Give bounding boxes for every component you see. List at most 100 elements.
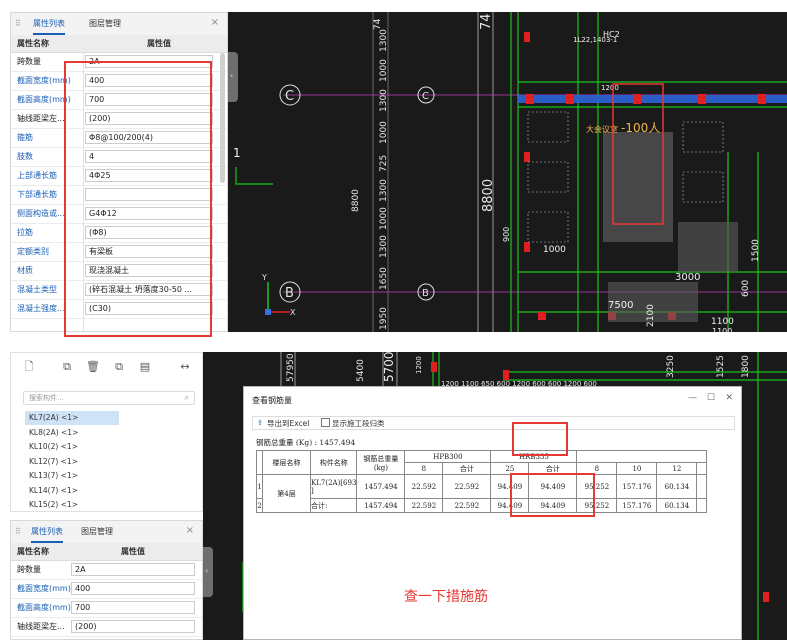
cell-component-line2: ] [311, 486, 314, 495]
dialog-title: 查看钢筋量 [252, 396, 292, 405]
property-value: 2A [75, 565, 86, 574]
subheader-hpb-8: 8 [404, 462, 444, 475]
header-component: 构件名称 [309, 450, 358, 475]
search-input[interactable]: 搜索构件... ⌕ [23, 391, 195, 405]
tab-layer-management[interactable]: 图层管理 [89, 17, 121, 31]
property-name: 轴线距梁左... [17, 622, 65, 631]
tab-property-list[interactable]: 属性列表 [33, 17, 65, 35]
tree-item[interactable]: KL7(2A) <1> [25, 411, 119, 425]
collapse-handle[interactable]: ‹ [203, 547, 213, 597]
highlight-box-hrb-values [510, 473, 595, 517]
close-icon[interactable]: × [211, 17, 219, 28]
cell-floor: 第4层 [262, 474, 311, 513]
axis-label: B [285, 286, 294, 301]
property-row[interactable]: 轴线距梁左... (200) [11, 618, 202, 637]
header-property-name: 属性名称 [17, 547, 49, 556]
minimize-icon[interactable]: — [688, 393, 697, 403]
axis-label: C [422, 91, 429, 102]
highlight-box-hrb335 [512, 422, 568, 456]
cad-label: 1000 [543, 245, 566, 255]
cell-hpb8: 22.592 [404, 474, 444, 499]
filter-icon[interactable]: ▤ [137, 359, 153, 375]
layer-copy-icon[interactable]: ⧉ [111, 359, 127, 375]
maximize-icon[interactable]: ☐ [707, 393, 715, 403]
drag-grip-icon[interactable]: ⠿ [15, 527, 21, 537]
tree-item[interactable]: KL14(7) <1> [29, 484, 78, 498]
export-excel-icon[interactable]: ⇪ [257, 418, 263, 427]
cell-c12: 60.134 [656, 474, 698, 499]
cad-label: 1525 [716, 355, 726, 378]
cell-index: 2 [256, 498, 263, 513]
cell-c10: 157.176 [616, 474, 658, 499]
tree-item[interactable]: KL12(7) <1> [29, 455, 78, 469]
header-total-unit: (kg) [373, 463, 388, 472]
svg-text:X: X [290, 308, 296, 317]
cad-label: 57950 [286, 353, 296, 382]
tab-layer-management[interactable]: 图层管理 [81, 525, 113, 539]
rebar-quantity-dialog: 查看钢筋量 — ☐ ✕ ⇪ 导出到Excel 显示施工段归类 钢筋总重量 (Kg… [243, 386, 742, 640]
dim-text: 8800 [351, 189, 361, 212]
search-placeholder: 搜索构件... [29, 394, 64, 402]
cad-viewport-top[interactable]: C C B B 1300 1000 1300 1000 725 1300 100… [228, 12, 787, 332]
tree-item[interactable]: KL13(7) <1> [29, 469, 78, 483]
header-total-label: 钢筋总重量 [363, 454, 399, 463]
dim-text: 1950 [379, 307, 389, 330]
tree-item[interactable]: KL8(2A) <1> [29, 426, 78, 440]
header-property-name: 属性名称 [17, 39, 49, 48]
dim-text: 1300 [379, 179, 389, 202]
property-table-header: 属性名称 属性值 [11, 543, 202, 561]
property-row[interactable]: 跨数量 2A [11, 561, 202, 580]
tree-item[interactable]: KL15(2) <1> [29, 498, 78, 511]
cell-total: 1457.494 [356, 474, 406, 499]
cad-label: 1100 [712, 327, 732, 332]
show-segment-checkbox[interactable] [321, 418, 330, 427]
cell-c12: 60.134 [656, 498, 698, 513]
drag-grip-icon[interactable]: ⠿ [15, 19, 21, 29]
cell-total: 1457.494 [356, 498, 406, 513]
scrollbar[interactable] [220, 53, 225, 183]
copy-icon[interactable]: ⧉ [59, 359, 75, 375]
delete-icon[interactable]: 🗑 [85, 359, 101, 375]
table-row[interactable]: 2 合计: 1457.494 22.592 22.592 94.409 94.4… [256, 498, 708, 513]
collapse-handle[interactable]: ‹ [228, 52, 238, 102]
cell-more [696, 498, 708, 513]
header-hpb300: HPB300 [404, 450, 492, 463]
property-row[interactable]: 截面宽度(mm) 400 [11, 580, 202, 599]
cad-label: 600 [741, 280, 751, 297]
cad-label: 5700 [382, 352, 396, 382]
property-row[interactable]: 截面高度(mm) 700 [11, 599, 202, 618]
header-blank [576, 450, 708, 463]
dim-text: 1650 [379, 267, 389, 290]
cad-label: 1 [233, 146, 241, 160]
show-segment-label: 显示施工段归类 [332, 419, 385, 428]
annotation-text: 查一下措施筋 [404, 589, 488, 605]
dim-text: 8800 [481, 179, 496, 212]
panel-tab-bar: ⠿ 属性列表 图层管理 × [11, 13, 227, 36]
subheader-hpb-sum: 合计 [442, 462, 492, 475]
export-excel-button[interactable]: 导出到Excel [267, 418, 309, 429]
highlight-box-values [64, 61, 212, 337]
cad-label: 900 [502, 227, 511, 242]
header-floor: 楼层名称 [262, 450, 311, 475]
cad-label: 1100 [711, 317, 734, 327]
property-name: 截面宽度(mm) [17, 584, 71, 593]
tree-item[interactable]: KL10(2) <1> [29, 440, 78, 454]
table-row[interactable]: 1 第4层 KL7(2A)[693] 1457.494 22.592 22.59… [256, 474, 708, 513]
cad-label: -100人 [621, 121, 660, 135]
tab-property-list[interactable]: 属性列表 [31, 525, 63, 543]
cell-hpbsum: 22.592 [442, 474, 492, 499]
svg-text:Y: Y [261, 273, 267, 282]
cell-hpb8: 22.592 [404, 498, 444, 513]
property-panel-bottom: ⠿ 属性列表 图层管理 × 属性名称 属性值 跨数量 2A 截面宽度(mm) 400 截… [10, 520, 203, 640]
cad-label: 1500 [751, 239, 761, 262]
property-value: 400 [75, 584, 91, 593]
expand-icon[interactable]: ↔ [177, 359, 193, 375]
new-component-icon[interactable]: 🗋 [21, 359, 37, 375]
dim-text: 1000 [379, 121, 389, 144]
rebar-table: 楼层名称 构件名称 钢筋总重量 (kg) HPB300 HRB335 8 合计 2… [256, 450, 708, 513]
close-icon[interactable]: × [186, 525, 194, 536]
cell-component: KL7(2A)[693] [309, 474, 358, 499]
close-icon[interactable]: ✕ [725, 393, 733, 403]
panel-tab-bar: ⠿ 属性列表 图层管理 × [11, 521, 202, 544]
cad-label: 1200 [601, 84, 619, 92]
